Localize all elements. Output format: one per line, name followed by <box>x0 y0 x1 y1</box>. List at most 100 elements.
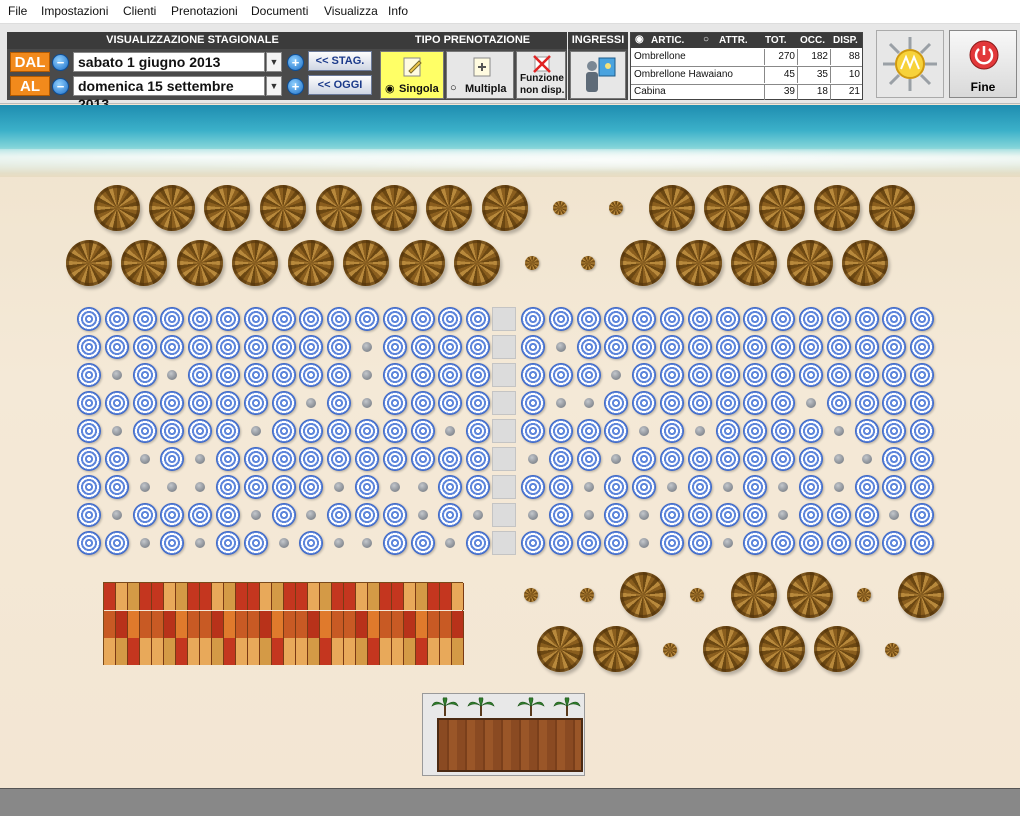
umbrella[interactable] <box>466 531 491 555</box>
umbrella[interactable] <box>604 307 629 331</box>
umbrella[interactable] <box>104 447 129 471</box>
umbrella[interactable] <box>548 307 573 331</box>
umbrella[interactable] <box>854 531 879 555</box>
hawaiian-umbrella[interactable] <box>232 240 278 286</box>
hawaiian-umbrella[interactable] <box>399 240 445 286</box>
umbrella[interactable] <box>271 503 296 527</box>
cabin[interactable] <box>140 583 152 610</box>
free-spot[interactable] <box>139 538 150 548</box>
cabin[interactable] <box>116 638 128 665</box>
free-spot[interactable] <box>417 510 428 520</box>
umbrella[interactable] <box>604 419 629 443</box>
umbrella[interactable] <box>132 363 157 387</box>
umbrella[interactable] <box>271 419 296 443</box>
umbrella[interactable] <box>382 307 407 331</box>
cabin[interactable] <box>176 638 188 665</box>
umbrella[interactable] <box>271 363 296 387</box>
umbrella[interactable] <box>355 419 379 443</box>
free-spot[interactable] <box>555 342 566 352</box>
cabin[interactable] <box>440 638 452 665</box>
umbrella[interactable] <box>382 363 407 387</box>
cabin[interactable] <box>200 610 212 638</box>
umbrella[interactable] <box>882 531 907 555</box>
umbrella[interactable] <box>438 391 463 415</box>
umbrella[interactable] <box>327 503 352 527</box>
free-spot[interactable] <box>639 510 650 520</box>
free-spot[interactable] <box>528 510 538 520</box>
umbrella[interactable] <box>243 363 268 387</box>
umbrella[interactable] <box>466 335 491 359</box>
cabin[interactable] <box>188 638 200 665</box>
cabin[interactable] <box>392 638 404 665</box>
umbrella[interactable] <box>160 447 185 471</box>
umbrella[interactable] <box>355 447 379 471</box>
small-hawaiian-umbrella[interactable] <box>581 256 595 270</box>
umbrella[interactable] <box>660 447 684 471</box>
umbrella[interactable] <box>327 447 352 471</box>
umbrella[interactable] <box>216 475 240 499</box>
umbrella[interactable] <box>299 475 324 499</box>
umbrella[interactable] <box>132 419 157 443</box>
free-spot[interactable] <box>778 482 789 492</box>
umbrella[interactable] <box>910 531 935 555</box>
free-spot[interactable] <box>195 538 206 548</box>
umbrella[interactable] <box>382 531 407 555</box>
umbrella[interactable] <box>299 447 324 471</box>
small-hawaiian-umbrella[interactable] <box>524 588 538 602</box>
hawaiian-umbrella[interactable] <box>814 626 860 672</box>
free-spot[interactable] <box>250 510 261 520</box>
umbrella[interactable] <box>466 307 491 331</box>
cabin[interactable] <box>140 610 152 638</box>
cabin[interactable] <box>104 638 116 665</box>
umbrella[interactable] <box>410 531 435 555</box>
free-spot[interactable] <box>250 426 261 436</box>
unavailable-function-button[interactable]: Funzione non disp. <box>516 51 566 99</box>
cabin[interactable] <box>296 610 308 638</box>
small-hawaiian-umbrella[interactable] <box>857 588 871 602</box>
umbrella[interactable] <box>521 419 545 443</box>
from-date-dropdown-icon[interactable]: ▼ <box>266 52 282 72</box>
menu-clienti[interactable]: Clienti <box>123 4 156 18</box>
free-spot[interactable] <box>111 426 122 436</box>
small-hawaiian-umbrella[interactable] <box>525 256 539 270</box>
umbrella[interactable] <box>910 363 935 387</box>
cabin[interactable] <box>176 583 188 610</box>
to-date-field[interactable]: domenica 15 settembre 2013 <box>73 76 265 112</box>
hawaiian-umbrella[interactable] <box>759 185 805 231</box>
exit-button[interactable]: Fine <box>949 30 1017 98</box>
umbrella[interactable] <box>771 531 796 555</box>
cabin[interactable] <box>332 638 344 665</box>
umbrella[interactable] <box>438 475 463 499</box>
free-spot[interactable] <box>417 482 428 492</box>
hawaiian-umbrella[interactable] <box>814 185 860 231</box>
hawaiian-umbrella[interactable] <box>371 185 417 231</box>
cabin[interactable] <box>272 638 284 665</box>
umbrella[interactable] <box>104 307 129 331</box>
cabin[interactable] <box>116 610 128 638</box>
cabin[interactable] <box>392 583 404 610</box>
bar-kiosk[interactable] <box>422 693 585 776</box>
umbrella[interactable] <box>882 391 907 415</box>
umbrella[interactable] <box>882 363 907 387</box>
cabin[interactable] <box>404 610 416 638</box>
umbrella[interactable] <box>438 503 463 527</box>
umbrella[interactable] <box>327 335 352 359</box>
hawaiian-umbrella[interactable] <box>731 240 777 286</box>
cabin[interactable] <box>356 610 368 638</box>
menu-prenotazioni[interactable]: Prenotazioni <box>171 4 238 18</box>
umbrella[interactable] <box>299 419 324 443</box>
umbrella[interactable] <box>687 363 712 387</box>
cabin[interactable] <box>308 638 320 665</box>
cabin[interactable] <box>200 638 212 665</box>
free-spot[interactable] <box>445 426 456 436</box>
umbrella[interactable] <box>771 447 796 471</box>
umbrella[interactable] <box>327 307 352 331</box>
hawaiian-umbrella[interactable] <box>316 185 362 231</box>
umbrella[interactable] <box>882 447 907 471</box>
free-spot[interactable] <box>362 370 372 380</box>
umbrella[interactable] <box>576 531 601 555</box>
cabin[interactable] <box>356 583 368 610</box>
umbrella[interactable] <box>576 307 601 331</box>
free-spot[interactable] <box>111 510 122 520</box>
umbrella[interactable] <box>77 391 101 415</box>
